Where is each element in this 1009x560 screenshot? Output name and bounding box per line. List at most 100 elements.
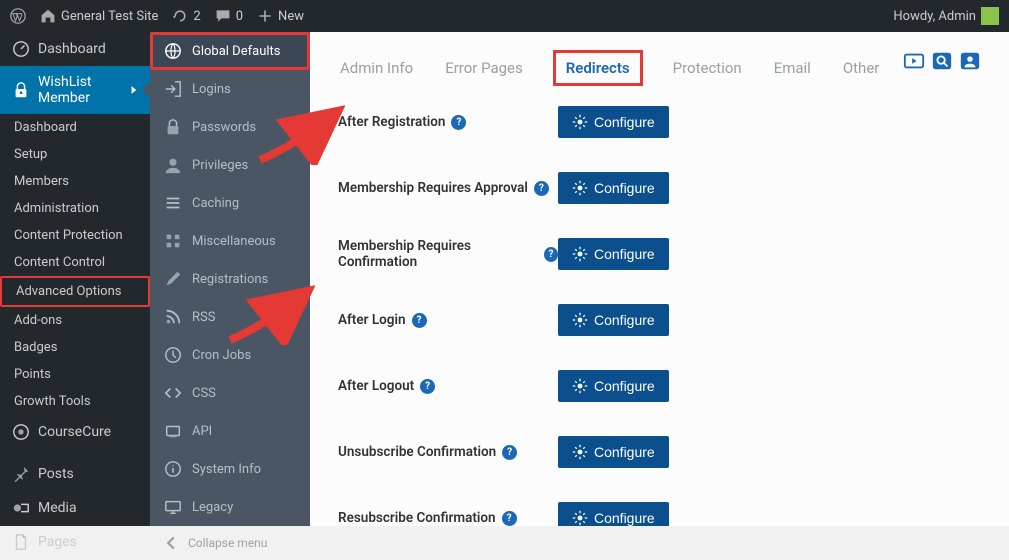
gear-icon	[572, 114, 588, 130]
sub-points[interactable]: Points	[0, 361, 150, 388]
sub-content-control[interactable]: Content Control	[0, 249, 150, 276]
sm-caching[interactable]: Caching	[150, 184, 310, 222]
sub-setup[interactable]: Setup	[0, 141, 150, 168]
menu-coursecure[interactable]: CourseCure	[0, 415, 150, 449]
row-label: Membership Requires Approval?	[338, 180, 558, 196]
configure-button[interactable]: Configure	[558, 238, 669, 270]
lock-icon	[164, 118, 182, 136]
row-label: After Login?	[338, 312, 558, 328]
tab-admin-info[interactable]: Admin Info	[338, 55, 415, 81]
help-icon[interactable]: ?	[534, 181, 549, 196]
gear-icon	[572, 444, 588, 460]
help-icon[interactable]: ?	[420, 379, 435, 394]
menu-dashboard[interactable]: Dashboard	[0, 32, 150, 66]
sm-global-defaults[interactable]: Global Defaults	[150, 32, 310, 70]
sub-members[interactable]: Members	[0, 168, 150, 195]
code-icon	[164, 384, 182, 402]
sm-css-label: CSS	[192, 386, 216, 401]
page-icon	[12, 533, 30, 551]
row-label: Resubscribe Confirmation?	[338, 510, 558, 526]
menu-posts-label: Posts	[38, 466, 74, 482]
sm-legacy[interactable]: Legacy	[150, 488, 310, 526]
tab-protection[interactable]: Protection	[671, 55, 744, 81]
login-icon	[164, 80, 182, 98]
menu-wishlist[interactable]: WishList Member	[0, 66, 150, 114]
row-text: After Registration	[338, 114, 445, 130]
tab-redirects[interactable]: Redirects	[553, 50, 643, 86]
search-icon[interactable]	[931, 50, 953, 72]
sm-api[interactable]: API	[150, 412, 310, 450]
top-action-icons	[903, 50, 981, 72]
sm-passwords[interactable]: Passwords	[150, 108, 310, 146]
configure-button[interactable]: Configure	[558, 304, 669, 336]
configure-button[interactable]: Configure	[558, 172, 669, 204]
updates-count: 2	[193, 9, 200, 24]
sm-css[interactable]: CSS	[150, 374, 310, 412]
sub-administration[interactable]: Administration	[0, 195, 150, 222]
comments-link[interactable]: 0	[215, 8, 243, 24]
sub-addons[interactable]: Add-ons	[0, 307, 150, 334]
sm-logins[interactable]: Logins	[150, 70, 310, 108]
configure-label: Configure	[594, 246, 655, 262]
menu-pages[interactable]: Pages	[0, 525, 150, 559]
configure-label: Configure	[594, 378, 655, 394]
admin-bar: General Test Site 2 0 New Howdy, Admin	[0, 0, 1009, 32]
sm-privileges[interactable]: Privileges	[150, 146, 310, 184]
help-icon[interactable]: ?	[502, 511, 517, 526]
comment-icon	[215, 8, 231, 24]
updates-link[interactable]: 2	[172, 8, 200, 24]
sub-advanced-options[interactable]: Advanced Options	[0, 276, 150, 307]
gear-icon	[572, 312, 588, 328]
sm-misc[interactable]: Miscellaneous	[150, 222, 310, 260]
profile-icon[interactable]	[959, 50, 981, 72]
sub-dashboard[interactable]: Dashboard	[0, 114, 150, 141]
help-icon[interactable]: ?	[544, 247, 558, 262]
pencil-icon	[164, 270, 182, 288]
configure-button[interactable]: Configure	[558, 502, 669, 526]
info-icon	[164, 460, 182, 478]
row-unsubscribe: Unsubscribe Confirmation? Configure	[338, 436, 981, 468]
sub-growth-tools[interactable]: Growth Tools	[0, 388, 150, 415]
help-icon[interactable]: ?	[451, 115, 466, 130]
sm-logins-label: Logins	[192, 82, 231, 97]
configure-button[interactable]: Configure	[558, 106, 669, 138]
sm-sysinfo[interactable]: System Info	[150, 450, 310, 488]
content-panel: Admin Info Error Pages Redirects Protect…	[310, 32, 1009, 526]
menu-media-label: Media	[38, 500, 77, 516]
sm-registrations-label: Registrations	[192, 272, 268, 287]
howdy-link[interactable]: Howdy, Admin	[893, 7, 999, 25]
sm-collapse[interactable]: Collapse menu	[150, 526, 310, 560]
row-after-login: After Login? Configure	[338, 304, 981, 336]
sm-rss[interactable]: RSS	[150, 298, 310, 336]
menu-posts[interactable]: Posts	[0, 457, 150, 491]
sm-registrations[interactable]: Registrations	[150, 260, 310, 298]
wordpress-logo-link[interactable]	[10, 8, 26, 24]
sm-api-label: API	[192, 424, 212, 439]
site-link[interactable]: General Test Site	[40, 8, 158, 24]
sub-content-protection[interactable]: Content Protection	[0, 222, 150, 249]
sm-collapse-label: Collapse menu	[188, 536, 267, 550]
sm-cron[interactable]: Cron Jobs	[150, 336, 310, 374]
help-icon[interactable]: ?	[412, 313, 427, 328]
secondary-menu: Global Defaults Logins Passwords Privile…	[150, 32, 310, 526]
lock-icon	[12, 81, 30, 99]
howdy-text: Howdy, Admin	[893, 9, 976, 24]
video-icon[interactable]	[903, 50, 925, 72]
configure-label: Configure	[594, 312, 655, 328]
sm-global-defaults-label: Global Defaults	[192, 44, 281, 59]
new-link[interactable]: New	[257, 8, 304, 24]
tab-other[interactable]: Other	[841, 55, 882, 81]
menu-media[interactable]: Media	[0, 491, 150, 525]
sm-passwords-label: Passwords	[192, 120, 256, 135]
tab-error-pages[interactable]: Error Pages	[443, 55, 525, 81]
row-text: After Logout	[338, 378, 414, 394]
row-label: After Registration?	[338, 114, 558, 130]
gear-icon	[572, 510, 588, 526]
media-icon	[12, 499, 30, 517]
help-icon[interactable]: ?	[502, 445, 517, 460]
sub-badges[interactable]: Badges	[0, 334, 150, 361]
configure-button[interactable]: Configure	[558, 436, 669, 468]
configure-button[interactable]: Configure	[558, 370, 669, 402]
wordpress-icon	[10, 8, 26, 24]
tab-email[interactable]: Email	[772, 55, 813, 81]
